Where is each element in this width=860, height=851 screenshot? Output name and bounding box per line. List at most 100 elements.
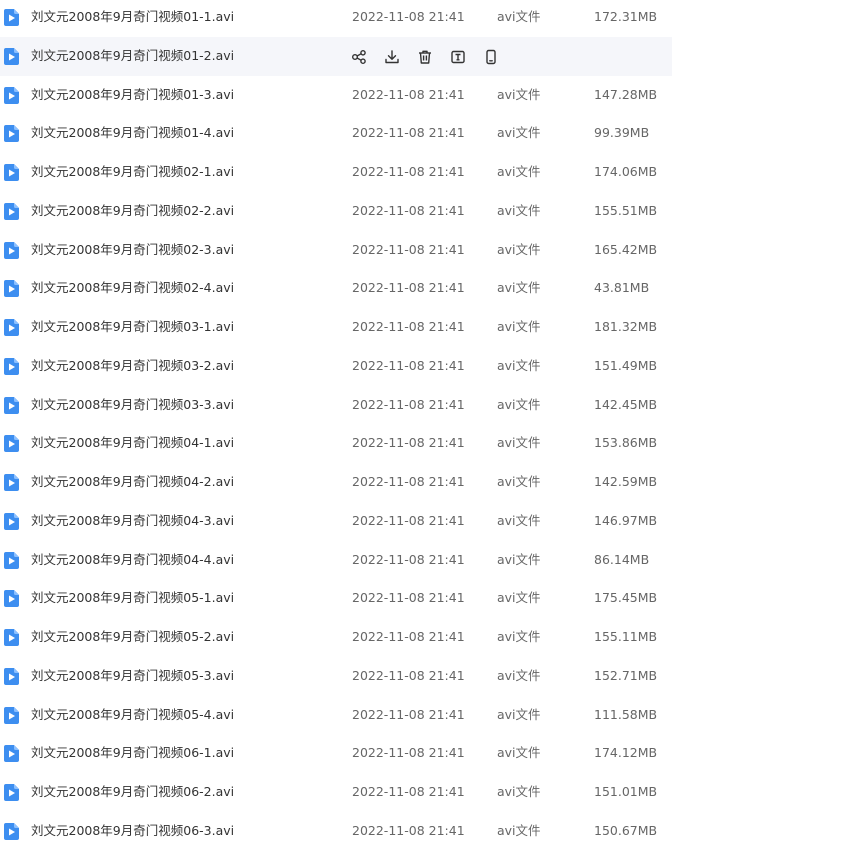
file-row[interactable]: 刘文元2008年9月奇门视频03-2.avi 2022-11-08 21:41 … — [0, 347, 672, 386]
file-name[interactable]: 刘文元2008年9月奇门视频01-1.avi — [31, 0, 234, 36]
file-size: 165.42MB — [594, 241, 658, 257]
file-name[interactable]: 刘文元2008年9月奇门视频05-1.avi — [31, 579, 234, 617]
file-modified-time: 2022-11-08 21:41 — [352, 319, 465, 334]
file-row[interactable]: 刘文元2008年9月奇门视频06-2.avi 2022-11-08 21:41 … — [0, 773, 672, 812]
file-name[interactable]: 刘文元2008年9月奇门视频06-3.avi — [31, 812, 234, 850]
file-row[interactable]: 刘文元2008年9月奇门视频02-4.avi 2022-11-08 21:41 … — [0, 269, 672, 308]
file-size: 86.14MB — [594, 551, 650, 567]
file-type: avi文件 — [497, 357, 541, 373]
file-name[interactable]: 刘文元2008年9月奇门视频04-1.avi — [31, 424, 234, 462]
delete-icon — [419, 50, 431, 64]
file-size: 153.86MB — [594, 435, 658, 451]
file-modified-time: 2022-11-08 21:41 — [352, 474, 465, 489]
file-name[interactable]: 刘文元2008年9月奇门视频04-2.avi — [31, 463, 234, 501]
file-name[interactable]: 刘文元2008年9月奇门视频05-4.avi — [31, 696, 234, 734]
file-row[interactable]: 刘文元2008年9月奇门视频04-1.avi 2022-11-08 21:41 … — [0, 424, 672, 463]
file-modified-time: 2022-11-08 21:41 — [352, 125, 465, 141]
file-size: 146.97MB — [594, 512, 658, 528]
file-row[interactable]: 刘文元2008年9月奇门视频02-1.avi 2022-11-08 21:41 … — [0, 153, 672, 192]
file-modified-time: 2022-11-08 21:41 — [352, 280, 465, 296]
file-type: avi文件 — [497, 474, 541, 489]
file-row[interactable]: 刘文元2008年9月奇门视频01-3.avi 2022-11-08 21:41 … — [0, 76, 672, 115]
file-type: avi文件 — [497, 822, 541, 838]
video-file-icon — [4, 202, 19, 220]
file-type: avi文件 — [497, 396, 541, 412]
file-name[interactable]: 刘文元2008年9月奇门视频05-2.avi — [31, 618, 234, 656]
file-modified-time: 2022-11-08 21:41 — [352, 667, 465, 683]
file-name[interactable]: 刘文元2008年9月奇门视频01-4.avi — [31, 114, 234, 152]
file-row[interactable]: 刘文元2008年9月奇门视频03-1.avi 2022-11-08 21:41 … — [0, 308, 672, 347]
download-icon — [385, 50, 399, 63]
file-modified-time: 2022-11-08 21:41 — [352, 706, 465, 722]
file-list: 刘文元2008年9月奇门视频01-1.avi 2022-11-08 21:41 … — [0, 0, 672, 851]
delete-button[interactable] — [416, 48, 434, 66]
video-file-icon — [4, 590, 19, 608]
file-size: 152.71MB — [594, 667, 658, 683]
rename-icon — [451, 50, 465, 63]
file-row[interactable]: 刘文元2008年9月奇门视频01-2.avi — [0, 36, 672, 76]
file-modified-time: 2022-11-08 21:41 — [352, 86, 465, 102]
file-row[interactable]: 刘文元2008年9月奇门视频05-2.avi 2022-11-08 21:41 … — [0, 618, 672, 657]
file-size: 172.31MB — [594, 9, 658, 24]
file-name[interactable]: 刘文元2008年9月奇门视频02-2.avi — [31, 192, 234, 230]
video-file-icon — [4, 474, 19, 491]
file-size: 142.45MB — [594, 396, 658, 412]
rename-button[interactable] — [449, 48, 467, 66]
share-icon — [352, 49, 366, 64]
file-type: avi文件 — [497, 629, 541, 644]
file-name[interactable]: 刘文元2008年9月奇门视频03-1.avi — [31, 308, 234, 346]
file-row[interactable]: 刘文元2008年9月奇门视频04-3.avi 2022-11-08 21:41 … — [0, 502, 672, 541]
video-file-icon — [4, 784, 19, 801]
file-row[interactable]: 刘文元2008年9月奇门视频05-1.avi 2022-11-08 21:41 … — [0, 579, 672, 618]
file-name[interactable]: 刘文元2008年9月奇门视频02-3.avi — [31, 231, 234, 269]
file-row[interactable]: 刘文元2008年9月奇门视频01-1.avi 2022-11-08 21:41 … — [0, 0, 672, 37]
file-row[interactable]: 刘文元2008年9月奇门视频04-2.avi 2022-11-08 21:41 … — [0, 463, 672, 502]
file-type: avi文件 — [497, 125, 541, 141]
video-file-icon — [4, 435, 19, 453]
file-name[interactable]: 刘文元2008年9月奇门视频01-2.avi — [31, 37, 234, 75]
file-name[interactable]: 刘文元2008年9月奇门视频04-3.avi — [31, 502, 234, 540]
share-button[interactable] — [350, 48, 368, 66]
file-row[interactable]: 刘文元2008年9月奇门视频02-3.avi 2022-11-08 21:41 … — [0, 231, 672, 270]
file-type: avi文件 — [497, 706, 541, 722]
file-type: avi文件 — [497, 241, 541, 257]
file-row[interactable]: 刘文元2008年9月奇门视频03-3.avi 2022-11-08 21:41 … — [0, 386, 672, 425]
send-to-mobile-button[interactable] — [482, 48, 500, 66]
file-name[interactable]: 刘文元2008年9月奇门视频04-4.avi — [31, 541, 234, 579]
file-size: 151.49MB — [594, 357, 658, 373]
file-size: 151.01MB — [594, 784, 658, 799]
file-row[interactable]: 刘文元2008年9月奇门视频06-1.avi 2022-11-08 21:41 … — [0, 734, 672, 773]
file-modified-time: 2022-11-08 21:41 — [352, 512, 465, 528]
file-size: 155.51MB — [594, 202, 658, 218]
file-row[interactable]: 刘文元2008年9月奇门视频06-3.avi 2022-11-08 21:41 … — [0, 812, 672, 851]
file-name[interactable]: 刘文元2008年9月奇门视频03-2.avi — [31, 347, 234, 385]
file-size: 43.81MB — [594, 280, 650, 296]
file-modified-time: 2022-11-08 21:41 — [352, 784, 465, 799]
file-size: 174.12MB — [594, 745, 658, 761]
file-name[interactable]: 刘文元2008年9月奇门视频02-4.avi — [31, 269, 234, 307]
file-name[interactable]: 刘文元2008年9月奇门视频02-1.avi — [31, 153, 234, 191]
video-file-icon — [4, 551, 19, 569]
file-name[interactable]: 刘文元2008年9月奇门视频06-2.avi — [31, 773, 234, 811]
file-name[interactable]: 刘文元2008年9月奇门视频03-3.avi — [31, 386, 234, 424]
file-modified-time: 2022-11-08 21:41 — [352, 629, 465, 644]
file-row[interactable]: 刘文元2008年9月奇门视频01-4.avi 2022-11-08 21:41 … — [0, 114, 672, 153]
file-row[interactable]: 刘文元2008年9月奇门视频02-2.avi 2022-11-08 21:41 … — [0, 192, 672, 231]
file-modified-time: 2022-11-08 21:41 — [352, 202, 465, 218]
file-type: avi文件 — [497, 551, 541, 567]
file-row[interactable]: 刘文元2008年9月奇门视频04-4.avi 2022-11-08 21:41 … — [0, 541, 672, 580]
file-name[interactable]: 刘文元2008年9月奇门视频06-1.avi — [31, 734, 234, 772]
file-row[interactable]: 刘文元2008年9月奇门视频05-3.avi 2022-11-08 21:41 … — [0, 657, 672, 696]
file-size: 155.11MB — [594, 629, 658, 644]
video-file-icon — [4, 164, 19, 181]
file-size: 174.06MB — [594, 164, 658, 179]
video-file-icon — [4, 512, 19, 530]
file-modified-time: 2022-11-08 21:41 — [352, 435, 465, 451]
file-name[interactable]: 刘文元2008年9月奇门视频01-3.avi — [31, 76, 234, 114]
file-modified-time: 2022-11-08 21:41 — [352, 164, 465, 179]
file-name[interactable]: 刘文元2008年9月奇门视频05-3.avi — [31, 657, 234, 695]
file-type: avi文件 — [497, 435, 541, 451]
file-type: avi文件 — [497, 164, 541, 179]
download-button[interactable] — [383, 48, 401, 66]
file-row[interactable]: 刘文元2008年9月奇门视频05-4.avi 2022-11-08 21:41 … — [0, 696, 672, 735]
